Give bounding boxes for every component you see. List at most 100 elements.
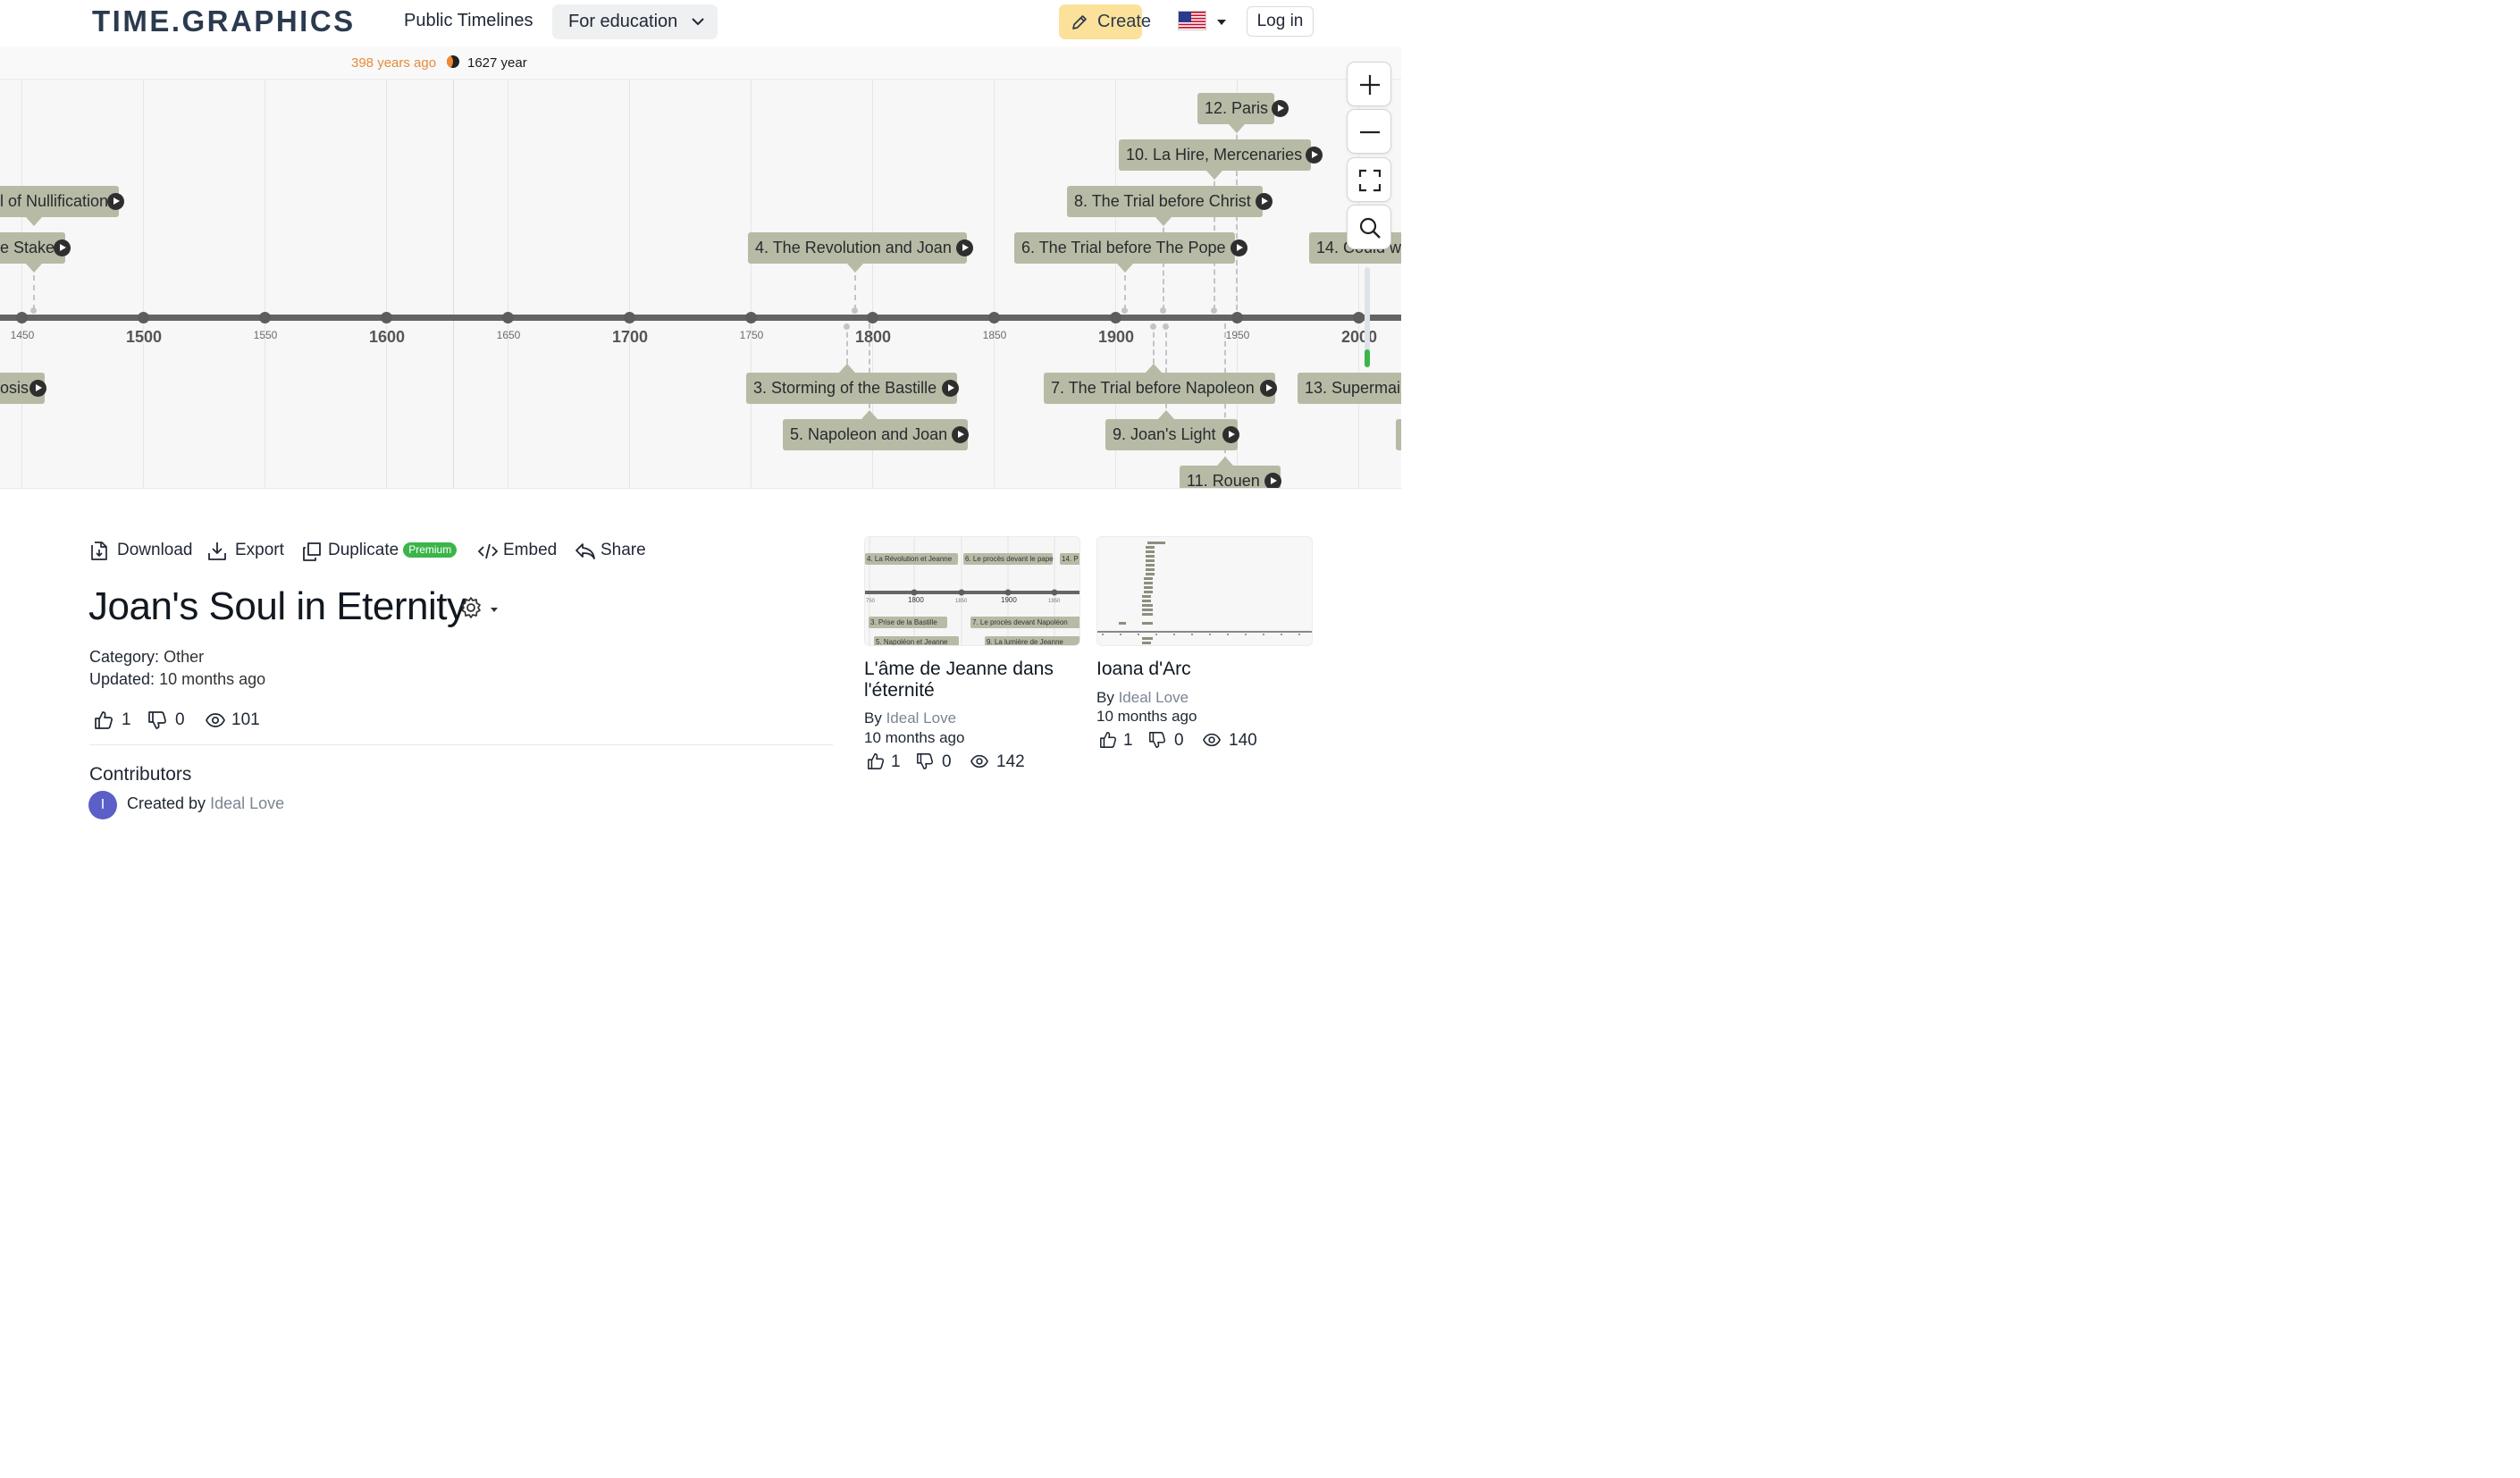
language-caret-icon[interactable] (1217, 20, 1226, 25)
event-pointer (26, 217, 42, 226)
event-superman[interactable]: 13. Supermai (1298, 373, 1401, 404)
play-icon[interactable] (1222, 426, 1239, 443)
event-trial-before-pope[interactable]: 6. The Trial before The Pope (1014, 232, 1247, 264)
view-count: 101 (231, 710, 260, 729)
zoom-in-button[interactable] (1347, 62, 1391, 106)
event-label: 10. La Hire, Mercenaries (1126, 146, 1303, 164)
related-dislike[interactable]: 0 (916, 752, 952, 773)
cursor-line (453, 80, 454, 488)
event-la-hire-mercenaries[interactable]: 10. La Hire, Mercenaries (1119, 139, 1323, 171)
event-partial[interactable] (1396, 419, 1401, 450)
gear-icon[interactable] (459, 596, 483, 619)
search-button[interactable] (1347, 205, 1391, 249)
related-thumbnail[interactable] (1096, 536, 1313, 646)
duplicate-button[interactable]: Duplicate Premium (301, 538, 458, 563)
thumbs-up-icon (868, 753, 885, 769)
play-icon[interactable] (1231, 239, 1247, 256)
share-button[interactable]: Share (575, 538, 646, 563)
related-title[interactable]: L'âme de Jeanne dans l'éternité (864, 659, 1080, 701)
related-author-link[interactable]: Ideal Love (886, 710, 956, 726)
play-icon[interactable] (29, 380, 46, 397)
create-button[interactable]: Create (1059, 4, 1151, 39)
related-title[interactable]: Ioana d'Arc (1096, 659, 1313, 680)
axis-tick-dot (259, 312, 271, 323)
logo[interactable]: TIME.GRAPHICS (92, 5, 356, 38)
event-revolution-and-joan[interactable]: 4. The Revolution and Joan (748, 232, 973, 264)
related-like[interactable]: 1 (867, 752, 901, 773)
download-button[interactable]: Download (89, 538, 193, 563)
play-icon[interactable] (1272, 100, 1289, 117)
event-label: 6. The Trial before The Pope (1021, 239, 1226, 256)
axis-tick-dot (867, 312, 878, 323)
play-icon[interactable] (1260, 380, 1277, 397)
play-icon[interactable] (1256, 193, 1273, 210)
like-button[interactable]: 1 (94, 710, 131, 731)
event-pointer (839, 364, 855, 373)
timeline-canvas[interactable]: 398 years ago 1627 year 1450 1500 1550 1… (0, 46, 1401, 489)
divider (89, 744, 833, 745)
event-storming-bastille[interactable]: 3. Storming of the Bastille (746, 373, 959, 404)
us-flag-icon[interactable] (1178, 11, 1206, 30)
play-icon[interactable] (956, 239, 973, 256)
embed-button[interactable]: Embed (477, 538, 557, 563)
dislike-button[interactable]: 0 (147, 710, 185, 731)
zoom-out-button[interactable] (1347, 109, 1391, 154)
years-ago-label: 398 years ago (351, 55, 437, 71)
category-value[interactable]: Other (164, 648, 204, 666)
event-napoleon-and-joan[interactable]: 5. Napoleon and Joan (783, 419, 969, 450)
event-rouen[interactable]: 11. Rouen (1180, 466, 1281, 488)
timeline-axis (0, 315, 1401, 321)
related-dislike[interactable]: 0 (1148, 730, 1184, 752)
axis-label: 2000 (1340, 328, 1378, 346)
event-pointer (1229, 124, 1245, 133)
avatar[interactable]: I (88, 791, 117, 819)
fit-screen-button[interactable] (1347, 157, 1391, 202)
view-count: 142 (996, 752, 1025, 771)
related-like[interactable]: 1 (1099, 730, 1133, 752)
event-nullification[interactable]: l of Nullification (0, 186, 124, 217)
dislike-count: 0 (942, 752, 952, 771)
export-button[interactable]: Export (206, 538, 284, 563)
thumb-label: 4. La Révolution et Jeanne (867, 555, 953, 563)
nav-for-education-dropdown[interactable]: For education (552, 4, 718, 39)
related-thumbnail[interactable]: 4. La Révolution et Jeanne 6. Le procès … (864, 536, 1080, 646)
event-label: 4. The Revolution and Joan (755, 239, 952, 256)
event-osis[interactable]: osis (0, 373, 46, 404)
related-views: 142 (970, 752, 1025, 773)
login-button[interactable]: Log in (1247, 6, 1314, 37)
event-trial-before-napoleon[interactable]: 7. The Trial before Napoleon (1044, 373, 1277, 404)
event-pointer (1146, 364, 1162, 373)
author-link[interactable]: Ideal Love (210, 794, 284, 812)
play-icon[interactable] (54, 239, 71, 256)
event-dot (1160, 307, 1166, 314)
created-by: Created by Ideal Love (127, 794, 284, 813)
event-label: 8. The Trial before Christ (1074, 192, 1251, 210)
share-icon (575, 543, 595, 559)
axis-tick-dot (381, 312, 392, 323)
event-pointer (26, 264, 42, 273)
thumb-axis-label: 750 (866, 599, 876, 604)
nav-public-timelines[interactable]: Public Timelines (404, 11, 533, 31)
settings-caret-icon[interactable] (491, 608, 498, 612)
related-author-link[interactable]: Ideal Love (1119, 689, 1189, 706)
event-stake[interactable]: e Stake (0, 232, 71, 264)
play-icon[interactable] (942, 380, 959, 397)
play-icon[interactable] (952, 426, 969, 443)
event-trial-before-christ[interactable]: 8. The Trial before Christ (1067, 186, 1273, 217)
play-icon[interactable] (1264, 473, 1281, 488)
thumb-label: 6. Le procès devant le pape (965, 555, 1054, 563)
category-label: Category: (89, 648, 160, 666)
related-date: 10 months ago (1096, 708, 1197, 725)
axis-label: 1700 (611, 328, 649, 346)
event-joans-light[interactable]: 9. Joan's Light (1105, 419, 1239, 450)
play-icon[interactable] (1306, 147, 1323, 164)
axis-label: 1900 (1097, 328, 1135, 346)
grid-line (21, 80, 22, 488)
event-label: 5. Napoleon and Joan (790, 425, 948, 443)
like-count: 1 (122, 710, 131, 729)
axis-tick-dot (745, 312, 757, 323)
event-paris[interactable]: 12. Paris (1197, 93, 1289, 124)
thumbs-up-icon (1100, 732, 1117, 748)
export-label: Export (235, 541, 284, 559)
play-icon[interactable] (107, 193, 124, 210)
